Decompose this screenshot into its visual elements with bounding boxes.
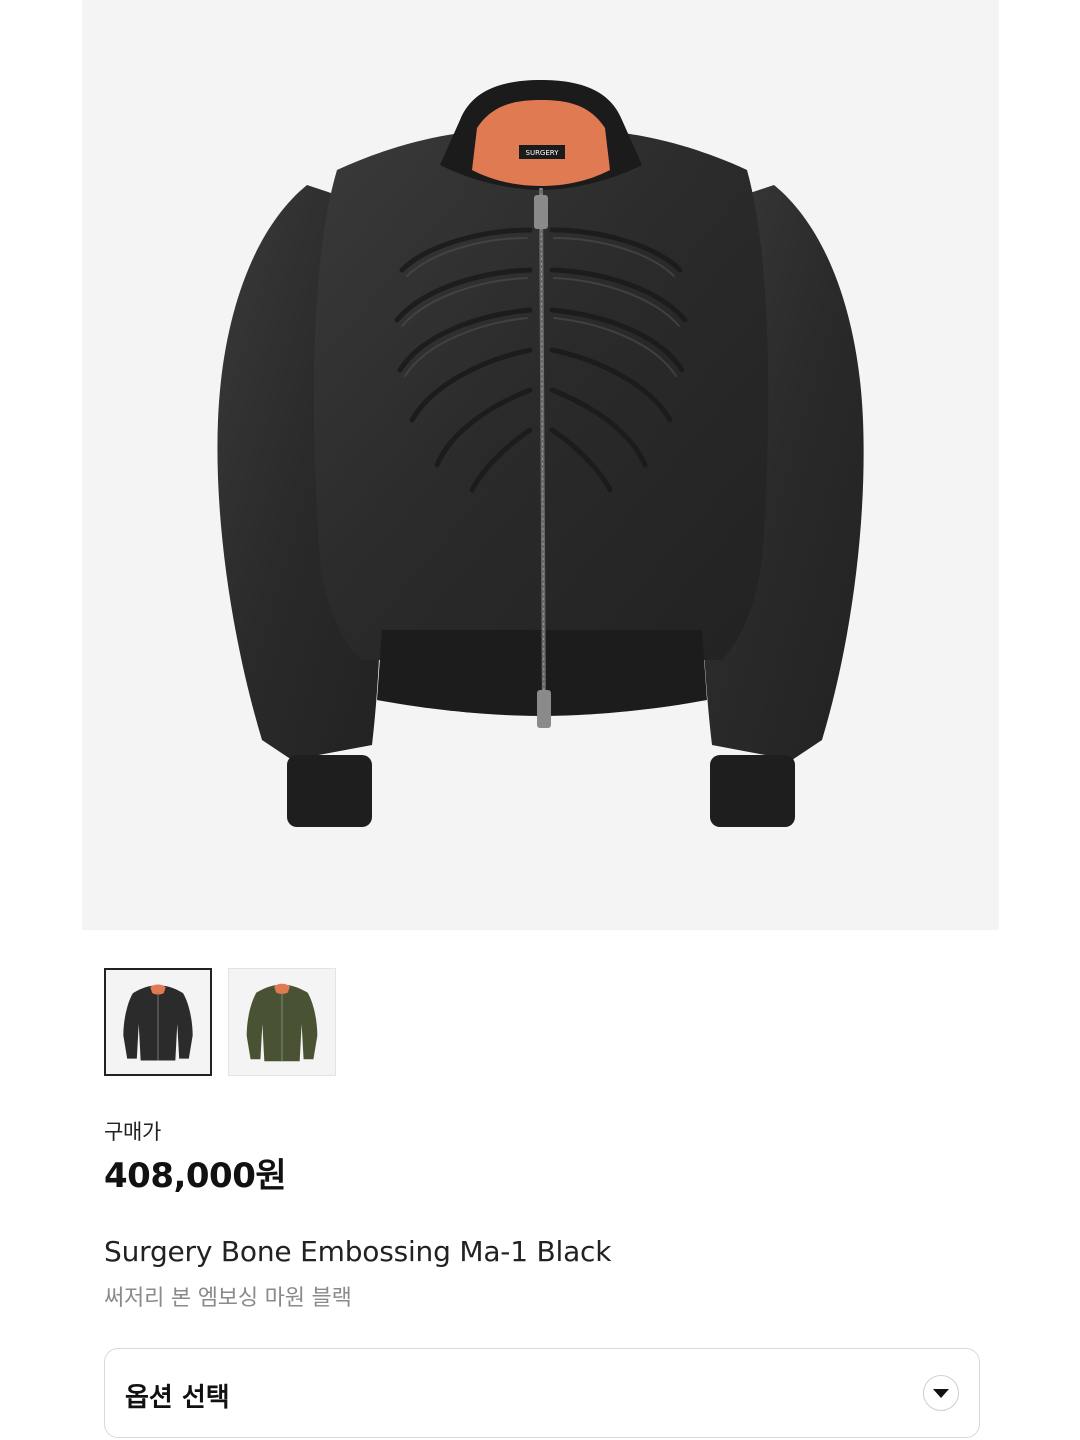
product-price: 408,000원	[104, 1156, 287, 1196]
jacket-thumbnail-icon	[106, 970, 210, 1074]
brand-label: SURGERY	[526, 149, 560, 157]
jacket-illustration: SURGERY	[217, 80, 864, 827]
thumbnail-list	[104, 968, 336, 1076]
thumbnail-black[interactable]	[104, 968, 212, 1076]
product-name-english: Surgery Bone Embossing Ma-1 Black	[104, 1235, 612, 1268]
option-select-dropdown[interactable]: 옵션 선택	[104, 1348, 980, 1438]
product-main-image: SURGERY	[82, 0, 999, 930]
price-label: 구매가	[104, 1120, 162, 1144]
chevron-down-icon[interactable]	[923, 1375, 959, 1411]
thumbnail-olive[interactable]	[228, 968, 336, 1076]
jacket-thumbnail-icon	[229, 969, 335, 1075]
product-name-korean: 써저리 본 엠보싱 마원 블랙	[104, 1286, 352, 1311]
option-select-label: 옵션 선택	[125, 1383, 230, 1413]
